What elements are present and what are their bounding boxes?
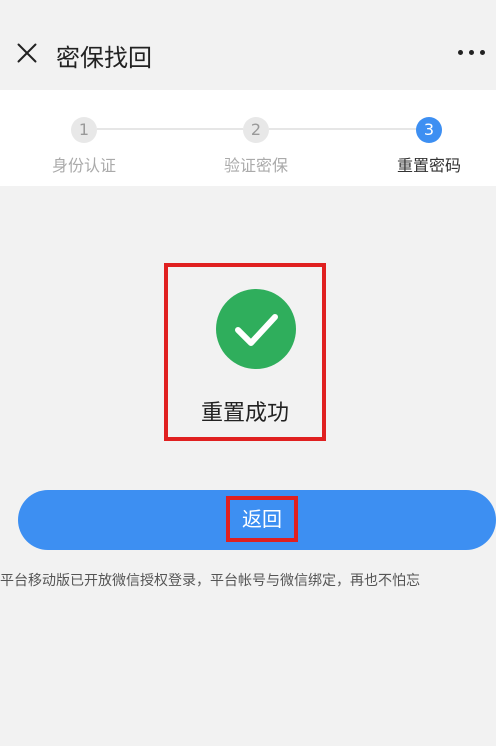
success-message: 重置成功	[200, 401, 289, 426]
step-connector	[269, 128, 416, 130]
check-circle-icon	[216, 289, 296, 369]
step-number-3: 3	[416, 117, 442, 143]
wechat-login-notice: 平台移动版已开放微信授权登录，平台帐号与微信绑定，再也不怕忘	[0, 573, 420, 589]
step-label-2: 验证密保	[224, 156, 289, 175]
step-label-1: 身份认证	[52, 156, 117, 175]
success-highlight-box: 重置成功	[164, 263, 326, 441]
nav-bar: 密保找回	[0, 10, 496, 90]
back-button[interactable]: 返回	[18, 490, 496, 550]
status-bar	[0, 0, 496, 10]
back-button-label: 返回	[226, 496, 298, 542]
step-progress: 1 2 3 身份认证 验证密保 重置密码	[0, 90, 496, 186]
step-label-3: 重置密码	[397, 156, 462, 175]
step-connector	[97, 128, 243, 130]
step-number-1: 1	[71, 117, 97, 143]
more-dots-icon[interactable]	[458, 44, 486, 60]
step-number-2: 2	[243, 117, 269, 143]
page-title: 密保找回	[56, 44, 152, 72]
close-icon[interactable]	[14, 40, 40, 66]
